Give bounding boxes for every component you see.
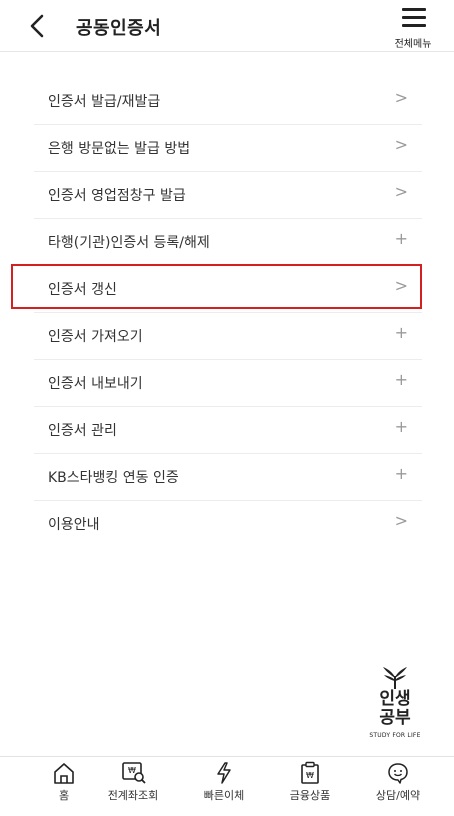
logo-line2: 공부: [379, 708, 411, 728]
svg-text:₩: ₩: [306, 771, 314, 780]
tab-quick-transfer[interactable]: 빠른이체: [196, 761, 252, 803]
menu-item-export[interactable]: 인증서 내보내기 +: [34, 360, 422, 407]
certificate-menu-list: 인증서 발급/재발급 > 은행 방문없는 발급 방법 > 인증서 영업점창구 발…: [34, 78, 422, 548]
menu-item-label: 인증서 관리: [48, 423, 117, 439]
menu-item-kb-starbanking[interactable]: KB스타뱅킹 연동 인증 +: [34, 454, 422, 501]
back-arrow-icon[interactable]: [26, 12, 50, 40]
logo-subtitle: STUDY FOR LIFE: [369, 732, 421, 739]
chevron-right-icon: >: [394, 511, 408, 530]
menu-item-guide[interactable]: 이용안내 >: [34, 501, 422, 548]
plus-icon: +: [394, 323, 408, 342]
account-search-icon: ₩: [122, 762, 146, 784]
tab-label: 상담/예약: [375, 789, 421, 802]
header: 공동인증서 전체메뉴: [0, 0, 454, 52]
chevron-right-icon: >: [394, 276, 408, 295]
menu-item-label: 은행 방문없는 발급 방법: [48, 141, 191, 157]
chevron-right-icon: >: [394, 88, 408, 107]
tab-all-accounts[interactable]: ₩ 전계좌조회: [96, 761, 170, 803]
plus-icon: +: [394, 229, 408, 248]
menu-item-branch-issue[interactable]: 인증서 영업점창구 발급 >: [34, 172, 422, 219]
hamburger-icon: [402, 8, 426, 28]
plus-icon: +: [394, 370, 408, 389]
menu-item-label: 인증서 발급/재발급: [48, 94, 161, 110]
menu-item-label: 인증서 가져오기: [48, 329, 143, 345]
tab-label: 빠른이체: [203, 789, 245, 802]
tab-label: 금융상품: [289, 789, 331, 802]
menu-item-renew[interactable]: 인증서 갱신 >: [34, 266, 422, 313]
menu-item-import[interactable]: 인증서 가져오기 +: [34, 313, 422, 360]
menu-item-manage[interactable]: 인증서 관리 +: [34, 407, 422, 454]
menu-item-other-bank-register[interactable]: 타행(기관)인증서 등록/해제 +: [34, 219, 422, 266]
lightning-icon: [217, 762, 231, 784]
tab-label: 전계좌조회: [107, 789, 159, 802]
home-icon: [54, 763, 74, 784]
menu-item-label: 이용안내: [48, 517, 100, 533]
bottom-tab-bar: 홈 ₩ 전계좌조회 빠른이체 ₩ 금융상품 상담/예약: [0, 756, 454, 816]
menu-item-no-visit-issue[interactable]: 은행 방문없는 발급 방법 >: [34, 125, 422, 172]
chevron-right-icon: >: [394, 182, 408, 201]
chat-icon: [388, 763, 408, 784]
full-menu-button[interactable]: 전체메뉴: [390, 6, 436, 50]
menu-item-label: 타행(기관)인증서 등록/해제: [48, 235, 210, 251]
menu-item-issue[interactable]: 인증서 발급/재발급 >: [34, 78, 422, 125]
page-title: 공동인증서: [76, 18, 162, 39]
plus-icon: +: [394, 464, 408, 483]
chevron-right-icon: >: [394, 135, 408, 154]
full-menu-label: 전체메뉴: [394, 39, 432, 50]
tab-label: 홈: [58, 789, 70, 802]
sprout-icon: [383, 667, 407, 689]
menu-item-label: 인증서 내보내기: [48, 376, 143, 392]
svg-text:₩: ₩: [128, 766, 136, 775]
plus-icon: +: [394, 417, 408, 436]
study-for-life-logo: 인생 공부 STUDY FOR LIFE: [364, 666, 426, 748]
product-icon: ₩: [301, 761, 319, 784]
menu-item-label: KB스타뱅킹 연동 인증: [48, 470, 179, 486]
logo-line1: 인생: [379, 689, 411, 709]
tab-consult-reserve[interactable]: 상담/예약: [368, 761, 428, 803]
tab-financial-products[interactable]: ₩ 금융상품: [282, 761, 338, 803]
menu-item-label: 인증서 영업점창구 발급: [48, 188, 186, 204]
menu-item-label: 인증서 갱신: [48, 282, 117, 298]
tab-home[interactable]: 홈: [52, 761, 76, 803]
